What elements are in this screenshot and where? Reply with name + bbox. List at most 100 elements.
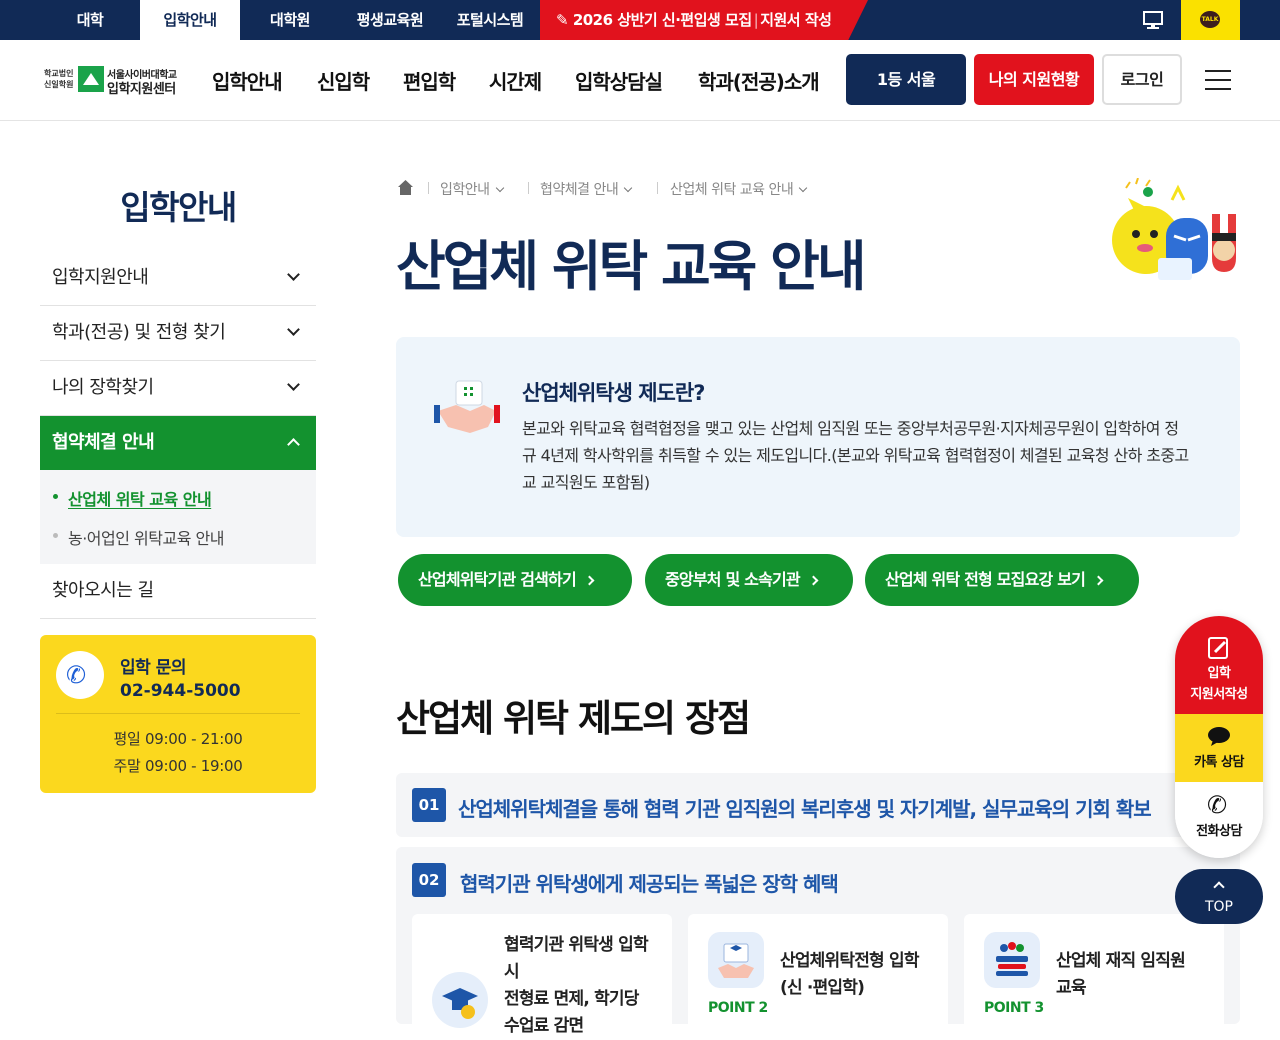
chevron-right-icon xyxy=(808,575,819,586)
tab-university[interactable]: 대학 xyxy=(40,0,140,40)
chevron-down-icon xyxy=(287,323,300,336)
sidebar-item-label: 찾아오시는 길 xyxy=(52,580,154,601)
login-button[interactable]: 로그인 xyxy=(1102,54,1182,105)
bullet-icon xyxy=(53,494,58,499)
card-point: POINT 3 xyxy=(984,1000,1044,1016)
breadcrumb-label: 입학안내 xyxy=(440,182,490,198)
kakao-consult-button[interactable]: 카톡 상담 xyxy=(1175,714,1263,782)
weekday-hours: 평일 09:00 - 21:00 xyxy=(113,730,243,748)
advantage-number: 02 xyxy=(412,863,446,897)
promo-text: 2026 상반기 신·편입생 모집 xyxy=(572,11,752,29)
my-application-button[interactable]: 나의 지원현황 xyxy=(974,54,1094,105)
chevron-up-icon xyxy=(1213,881,1225,893)
advantage-text: 협력기관 위탁생에게 제공되는 폭넓은 장학 혜택 xyxy=(460,872,839,896)
gnav-freshman[interactable]: 신입학 xyxy=(317,66,370,95)
chevron-right-icon xyxy=(1093,575,1104,586)
home-icon[interactable] xyxy=(397,179,414,196)
phone-icon: ✆ xyxy=(1207,791,1228,819)
intro-title: 산업체위탁생 제도란? xyxy=(522,381,705,405)
benefit-card-3: POINT 3 산업체 재직 임직원 교육 xyxy=(964,914,1224,1034)
breadcrumb-separator xyxy=(528,182,529,194)
site-logo[interactable]: 학교법인 신일학원 서울사이버대학교 입학지원센터 xyxy=(44,66,194,97)
card-text: 산업체위탁전형 입학 (신 ·편입학) xyxy=(780,948,919,1002)
pencil-icon: ✎ xyxy=(556,11,569,29)
page-title: 산업체 위탁 교육 안내 xyxy=(396,235,867,298)
recruitment-guide-button[interactable]: 산업체 위탁 전형 모집요강 보기 xyxy=(865,554,1139,606)
gnav-counseling[interactable]: 입학상담실 xyxy=(575,66,663,95)
tab-admission[interactable]: 입학안내 xyxy=(140,0,240,40)
kakaotalk-button[interactable]: TALK xyxy=(1181,0,1240,40)
tab-portal[interactable]: 포털시스템 xyxy=(440,0,540,40)
edit-icon xyxy=(1208,637,1228,659)
logo-foundation: 학교법인 신일학원 xyxy=(44,69,74,89)
logo-center: 입학지원센터 xyxy=(107,82,176,97)
button-label: 산업체위탁기관 검색하기 xyxy=(418,570,577,589)
quick-menu: 입학 지원서작성 카톡 상담 ✆ 전화상담 xyxy=(1175,616,1263,858)
monitor-icon[interactable] xyxy=(1125,0,1181,40)
sidebar-item-scholarship[interactable]: 나의 장학찾기 xyxy=(40,361,316,416)
sidebar-submenu: 산업체 위탁 교육 안내 농·어업인 위탁교육 안내 xyxy=(40,470,316,564)
card-line: 협력기관 위탁생 입학 xyxy=(504,935,649,955)
phone-consult-button[interactable]: ✆ 전화상담 xyxy=(1175,782,1263,858)
card-point: POINT 2 xyxy=(708,1000,768,1016)
promo-banner[interactable]: ✎ 2026 상반기 신·편입생 모집 | 지원서 작성 xyxy=(540,0,868,40)
breadcrumb-label: 산업체 위탁 교육 안내 xyxy=(670,182,794,198)
sidebar-item-label: 협약체결 안내 xyxy=(52,432,155,453)
sidebar-item-agreement[interactable]: 협약체결 안내 xyxy=(40,416,316,471)
mascot-illustration xyxy=(1108,177,1244,290)
card-line: 산업체 재직 임직원 xyxy=(1056,951,1186,971)
employees-icon xyxy=(984,932,1040,988)
top-bar: 대학 입학안내 대학원 평생교육원 포털시스템 ✎ 2026 상반기 신·편입생… xyxy=(0,0,1280,40)
card-line: 수업료 감면 xyxy=(504,1016,584,1036)
search-institution-button[interactable]: 산업체위탁기관 검색하기 xyxy=(398,554,632,606)
central-agency-button[interactable]: 중앙부처 및 소속기관 xyxy=(645,554,853,606)
menu-icon[interactable] xyxy=(1205,70,1231,90)
phone-icon: ✆ xyxy=(56,651,104,699)
top-label: TOP xyxy=(1204,899,1233,915)
gnav-departments[interactable]: 학과(전공)소개 xyxy=(698,66,820,95)
gnav-admission[interactable]: 입학안내 xyxy=(212,66,283,95)
breadcrumb-agreement[interactable]: 협약체결 안내 xyxy=(540,179,633,199)
benefit-card-1: 협력기관 위탁생 입학 시 전형료 면제, 학기당 수업료 감면 xyxy=(412,914,672,1036)
tab-graduate[interactable]: 대학원 xyxy=(240,0,340,40)
submenu-industry[interactable]: 산업체 위탁 교육 안내 xyxy=(68,486,212,510)
sidebar-item-find-major[interactable]: 학과(전공) 및 전형 찾기 xyxy=(40,306,316,361)
scroll-top-button[interactable]: TOP xyxy=(1175,869,1263,924)
handshake-icon xyxy=(434,377,500,439)
apply-label-2: 지원서작성 xyxy=(1190,687,1248,702)
divider xyxy=(56,713,300,714)
first-seoul-button[interactable]: 1등 서울 xyxy=(846,54,966,105)
talk-icon: TALK xyxy=(1200,11,1220,28)
apply-quick-button[interactable]: 입학 지원서작성 xyxy=(1175,616,1263,714)
card-line: 시 xyxy=(504,962,520,982)
gnav-parttime[interactable]: 시간제 xyxy=(489,66,542,95)
kakao-label: 카톡 상담 xyxy=(1194,755,1244,770)
promo-separator: | xyxy=(753,11,759,29)
chevron-right-icon xyxy=(584,575,595,586)
intro-body: 본교와 위탁교육 협력협정을 맺고 있는 산업체 임직원 또는 중앙부처공무원·… xyxy=(522,419,1189,492)
card-line: 전형료 면제, 학기당 xyxy=(504,989,639,1009)
breadcrumb-separator xyxy=(428,182,429,194)
sidebar-item-directions[interactable]: 찾아오시는 길 xyxy=(40,564,316,619)
section-title: 산업체 위탁 제도의 장점 xyxy=(396,697,751,740)
weekend-hours: 주말 09:00 - 19:00 xyxy=(113,757,243,775)
tab-lifelong[interactable]: 평생교육원 xyxy=(340,0,440,40)
advantage-item-1: 01 산업체위탁체결을 통해 협력 기관 임직원의 복리후생 및 자기계발, 실… xyxy=(396,773,1240,837)
contact-phone[interactable]: 02-944-5000 xyxy=(120,681,241,701)
button-label: 산업체 위탁 전형 모집요강 보기 xyxy=(885,570,1086,589)
breadcrumb-label: 협약체결 안내 xyxy=(540,182,619,198)
sidebar-item-label: 학과(전공) 및 전형 찾기 xyxy=(52,322,226,343)
gnav-transfer[interactable]: 편입학 xyxy=(403,66,456,95)
phone-label: 전화상담 xyxy=(1196,824,1242,839)
card-line: 산업체위탁전형 입학 xyxy=(780,951,919,971)
chevron-down-icon xyxy=(623,183,633,193)
chevron-down-icon xyxy=(287,268,300,281)
breadcrumb-current[interactable]: 산업체 위탁 교육 안내 xyxy=(670,179,808,199)
intro-box: 산업체위탁생 제도란? 본교와 위탁교육 협력협정을 맺고 있는 산업체 임직원… xyxy=(396,337,1240,537)
sidebar-title: 입학안내 xyxy=(120,188,237,227)
breadcrumb-separator xyxy=(657,182,658,194)
sidebar-item-guide[interactable]: 입학지원안내 xyxy=(40,251,316,306)
main-header: 학교법인 신일학원 서울사이버대학교 입학지원센터 입학안내 신입학 편입학 시… xyxy=(0,40,1280,121)
submenu-farming[interactable]: 농·어업인 위탁교육 안내 xyxy=(68,525,224,549)
breadcrumb-admission[interactable]: 입학안내 xyxy=(440,179,504,199)
